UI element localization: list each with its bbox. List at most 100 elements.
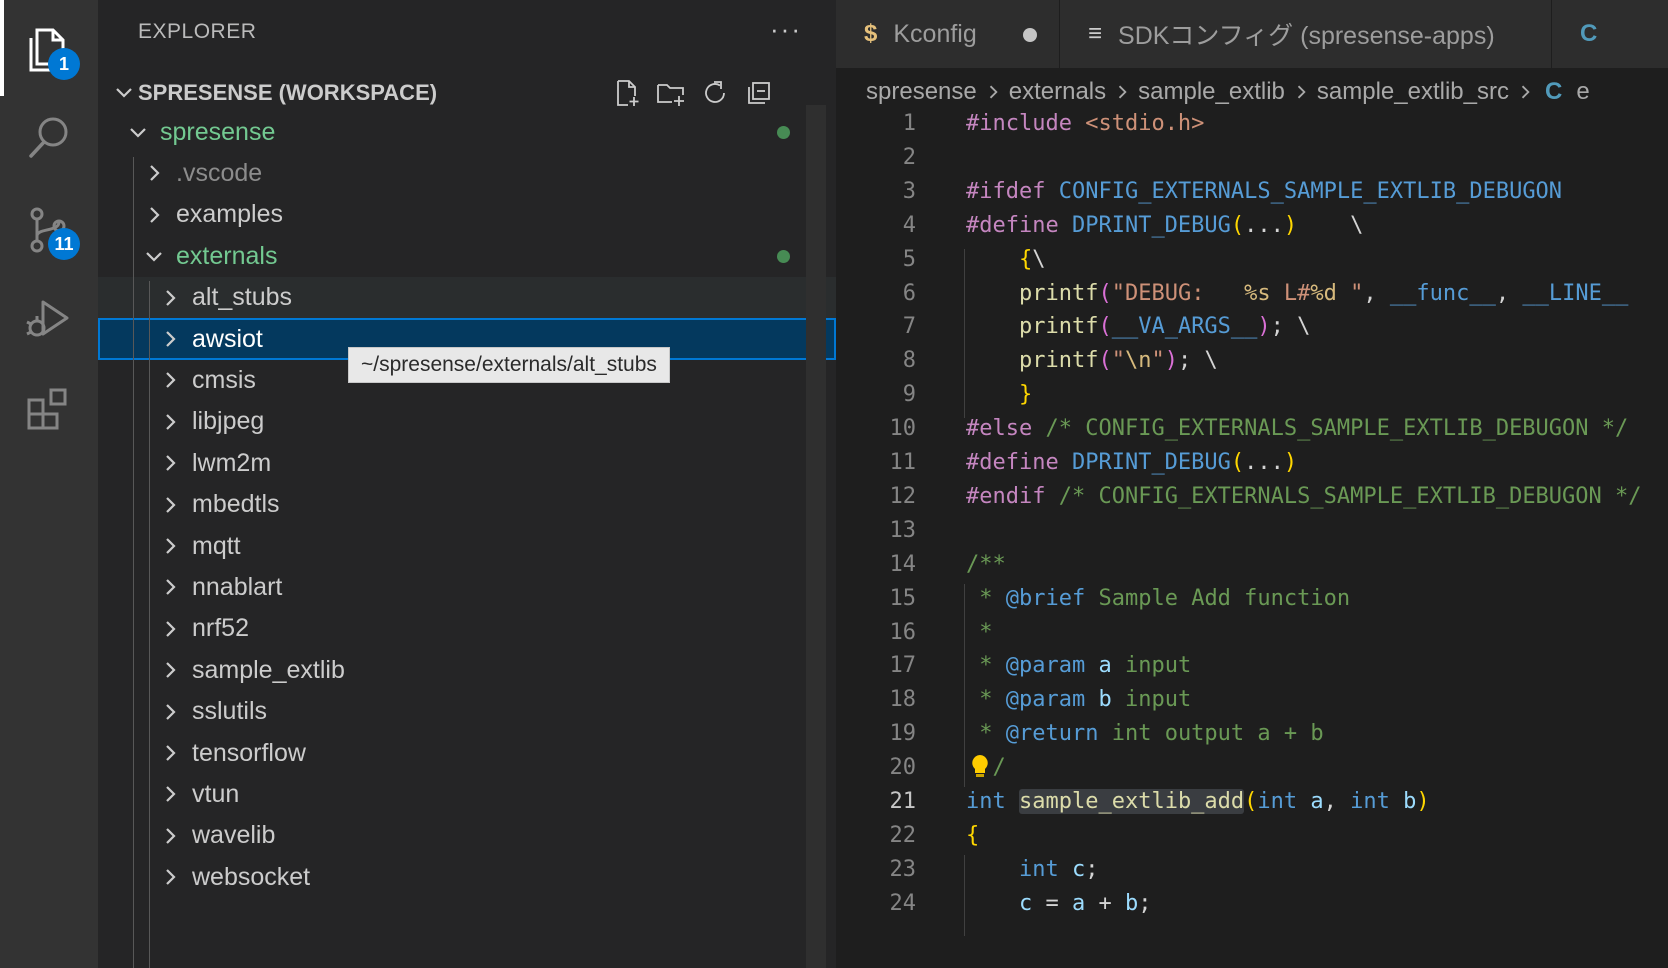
breadcrumb-separator xyxy=(1291,82,1311,102)
line-number: 2 xyxy=(902,144,916,170)
tree-item-websocket[interactable]: websocket xyxy=(98,856,836,898)
tree-item-mqtt[interactable]: mqtt xyxy=(98,525,836,567)
tree-item-label: nnablart xyxy=(192,572,283,601)
explorer-activity-button[interactable]: 1 xyxy=(0,2,98,94)
line-number: 4 xyxy=(902,212,916,238)
code-line: 10 #else /* CONFIG_EXTERNALS_SAMPLE_EXTLI… xyxy=(836,412,1668,446)
line-number: 3 xyxy=(902,178,916,204)
chevron-right-icon xyxy=(1297,85,1306,99)
tree-item-label: sample_extlib xyxy=(192,655,345,684)
tree-item-wavelib[interactable]: wavelib xyxy=(98,815,836,857)
chevron-right-icon xyxy=(166,372,176,389)
tree-item-label: lwm2m xyxy=(192,448,272,477)
editor-tab[interactable]: C xyxy=(1552,0,1668,68)
chevron-right-icon xyxy=(166,703,176,720)
editor-tab[interactable]: $ Kconfig xyxy=(836,0,1060,68)
tree-item-libjpeg[interactable]: libjpeg xyxy=(98,401,836,443)
code-line: 1 #include <stdio.h> xyxy=(836,107,1668,141)
workspace-section-header[interactable]: SPRESENSE (WORKSPACE) xyxy=(98,72,836,114)
tree-item-label: cmsis xyxy=(192,365,256,394)
chevron-right-icon xyxy=(166,621,176,637)
tree-item-mbedtls[interactable]: mbedtls xyxy=(98,484,836,526)
search-activity-button[interactable] xyxy=(0,92,98,184)
lightbulb-icon[interactable] xyxy=(968,753,992,781)
tree-item-label: wavelib xyxy=(192,821,276,850)
line-number: 16 xyxy=(889,619,917,645)
refresh-icon xyxy=(705,81,725,103)
tree-item-label: examples xyxy=(176,200,283,229)
breadcrumb-segment[interactable]: spresense xyxy=(866,78,977,106)
breadcrumb-separator xyxy=(1112,82,1132,102)
more-actions-button[interactable]: ··· xyxy=(770,14,802,45)
code-line: 24 c = a + b; xyxy=(836,887,1668,921)
file-type-icon: ≡ xyxy=(1088,20,1103,47)
tree-item-label: mqtt xyxy=(192,531,241,560)
extensions-activity-button[interactable] xyxy=(0,362,98,454)
collapse-all-button[interactable] xyxy=(742,76,776,110)
line-number: 8 xyxy=(902,348,916,374)
tree-item-vtun[interactable]: vtun xyxy=(98,773,836,815)
code-line: 4 #define DPRINT_DEBUG(...) \ xyxy=(836,209,1668,243)
chevron-right-icon xyxy=(150,165,160,182)
code-line: 12 #endif /* CONFIG_EXTERNALS_SAMPLE_EXTL… xyxy=(836,480,1668,514)
tree-item-lwm2m[interactable]: lwm2m xyxy=(98,442,836,484)
tree-item-label: mbedtls xyxy=(192,490,280,519)
chevron-right-icon xyxy=(166,414,176,430)
unsaved-dot-icon[interactable] xyxy=(1023,28,1037,42)
line-number: 7 xyxy=(902,314,916,340)
source-control-activity-button[interactable]: 11 xyxy=(0,184,98,276)
tree-item-vscode[interactable]: .vscode xyxy=(98,152,836,194)
chevron-right-icon xyxy=(166,579,176,596)
breadcrumb-segment[interactable]: e xyxy=(1576,78,1589,106)
refresh-explorer-button[interactable] xyxy=(698,76,732,110)
new-file-button[interactable] xyxy=(610,76,644,110)
line-number: 20 xyxy=(889,755,917,781)
breadcrumb-separator xyxy=(983,82,1003,102)
tree-item-examples[interactable]: examples xyxy=(98,194,836,236)
code-line: 17 * @param a input xyxy=(836,649,1668,683)
indent-guide xyxy=(964,854,965,937)
code-text: } xyxy=(1018,382,1033,408)
code-text: int sample_extlib_add(int a, int b) xyxy=(966,789,1430,814)
c-file-icon: C xyxy=(1544,78,1563,105)
editor-tab[interactable]: ≡ SDKコンフィグ (spresense-apps) xyxy=(1060,0,1552,68)
tree-item-nnablart[interactable]: nnablart xyxy=(98,566,836,608)
tree-item-label: .vscode xyxy=(176,158,263,187)
line-number: 18 xyxy=(889,687,917,713)
tree-item-nrf52[interactable]: nrf52 xyxy=(98,608,836,650)
tree-item-spresense[interactable]: spresense xyxy=(98,111,836,153)
tree-item-label: sslutils xyxy=(192,697,268,726)
code-line: 7 printf(__VA_ARGS__); \ xyxy=(836,310,1668,344)
tree-item-label: externals xyxy=(176,241,278,270)
line-number: 12 xyxy=(889,483,917,509)
code-text: * xyxy=(966,619,993,645)
chevron-down-icon xyxy=(116,88,132,98)
new-folder-button[interactable] xyxy=(654,76,688,110)
code-text: * @return int output a + b xyxy=(966,721,1324,747)
tree-item-externals[interactable]: externals xyxy=(98,235,836,277)
code-line: 11 #define DPRINT_DEBUG(...) xyxy=(836,446,1668,480)
new-file-icon xyxy=(617,80,639,106)
tree-item-alt-stubs[interactable]: alt_stubs xyxy=(98,276,836,319)
breadcrumb-segment[interactable]: sample_extlib_src xyxy=(1317,78,1509,106)
tree-item-sslutils[interactable]: sslutils xyxy=(98,691,836,733)
code-line: 9 } xyxy=(836,378,1668,412)
code-line: 13 xyxy=(836,514,1668,548)
line-number: 6 xyxy=(902,280,916,306)
code-text: * @param b input xyxy=(966,687,1192,713)
code-line: 19 * @return int output a + b xyxy=(836,717,1668,751)
code-line: 15 * @brief Sample Add function xyxy=(836,582,1668,616)
indent-guide xyxy=(133,157,134,968)
run-debug-activity-button[interactable] xyxy=(0,272,98,364)
path-tooltip: ~/spresense/externals/alt_stubs xyxy=(348,347,670,383)
code-line: 6 printf("DEBUG: %s L#%d ", __func__, __… xyxy=(836,277,1668,311)
tree-item-sample-extlib[interactable]: sample_extlib xyxy=(98,649,836,691)
sidebar-scrollbar[interactable] xyxy=(806,105,826,968)
editor-area: $ Kconfig ≡ SDKコンフィグ (spresense-apps) C spre… xyxy=(836,0,1668,968)
tree-item-label: alt_stubs xyxy=(192,283,293,312)
tree-item-tensorflow[interactable]: tensorflow xyxy=(98,732,836,774)
explorer-sidebar: EXPLORER ··· SPRESENSE (WORKSPACE) spres… xyxy=(98,0,836,968)
tab-bar: $ Kconfig ≡ SDKコンフィグ (spresense-apps) C xyxy=(836,0,1668,68)
breadcrumb-segment[interactable]: externals xyxy=(1009,78,1106,106)
breadcrumb-segment[interactable]: sample_extlib xyxy=(1138,78,1285,106)
